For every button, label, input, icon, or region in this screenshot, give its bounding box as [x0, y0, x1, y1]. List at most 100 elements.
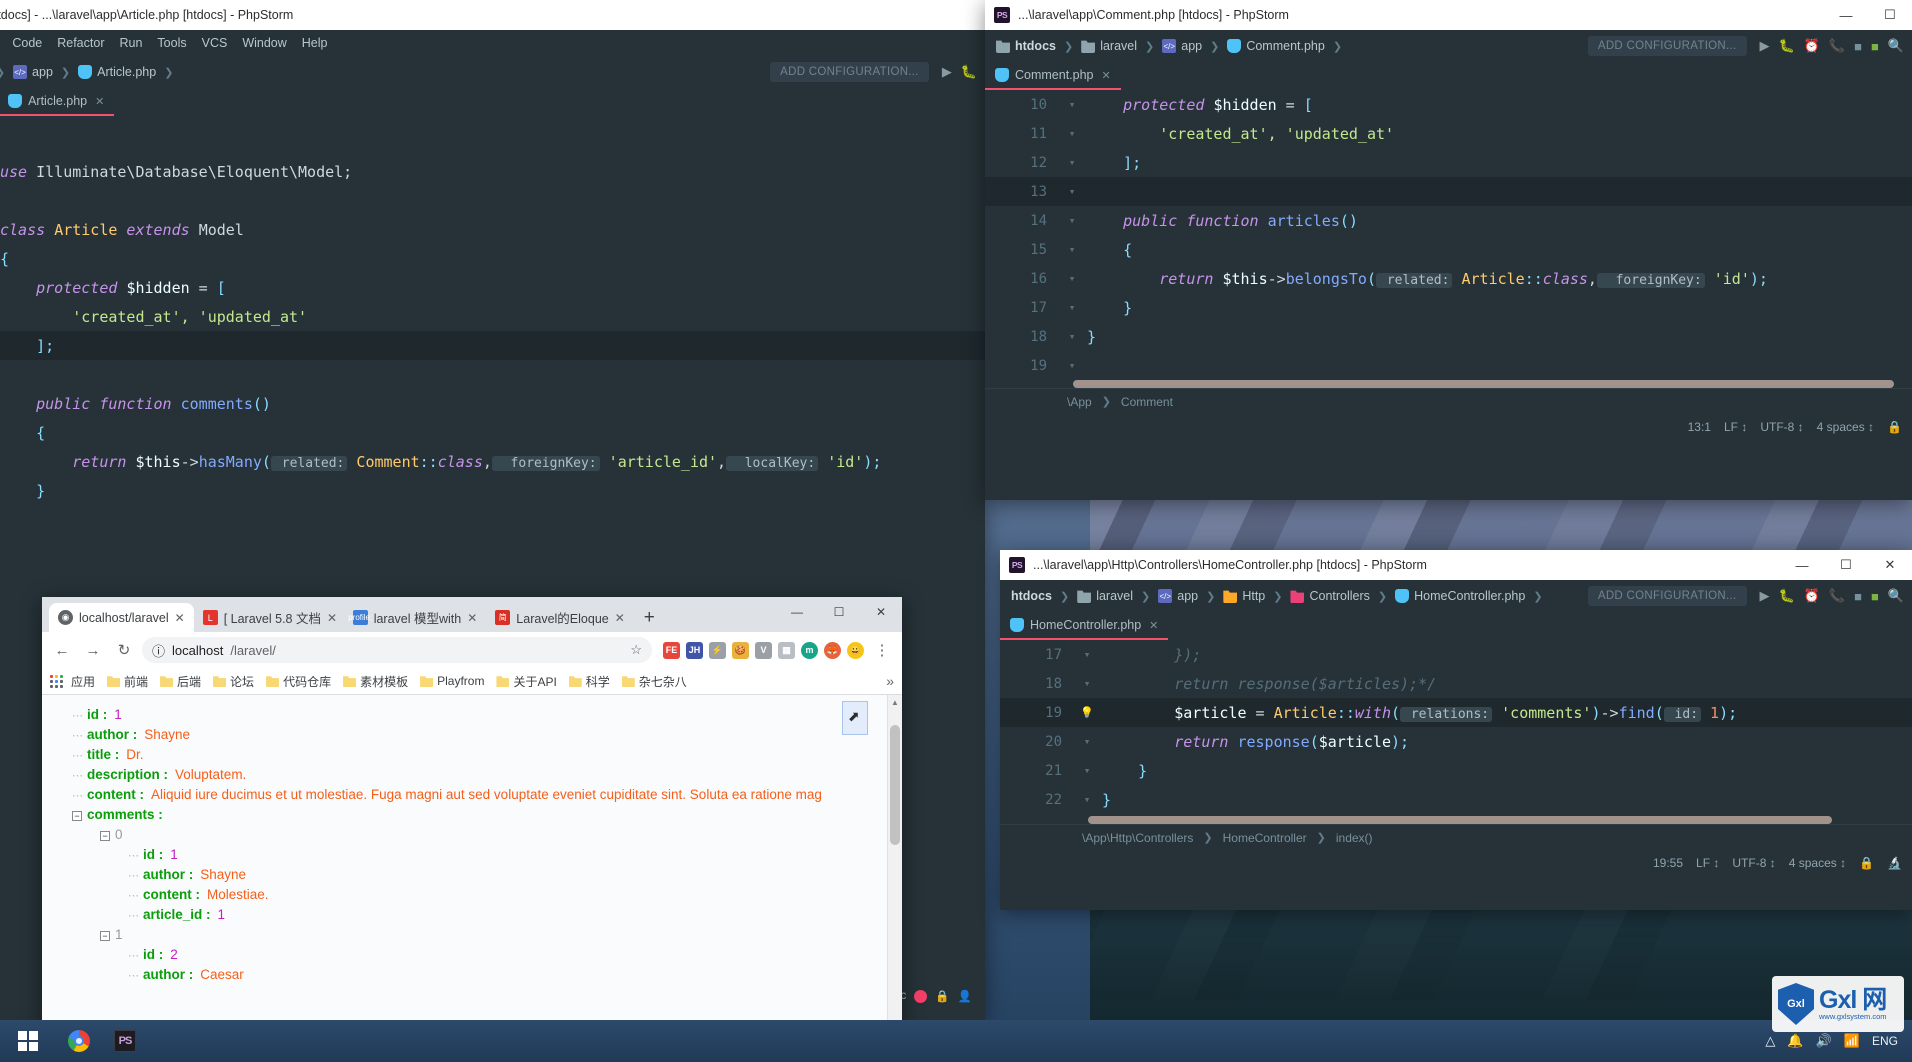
homecontroller-horizontal-scrollbar[interactable]: [1000, 816, 1912, 824]
extension-icon-cookie[interactable]: 🍪: [732, 642, 749, 659]
breadcrumb-app[interactable]: </> app: [1155, 587, 1201, 605]
article-navbar[interactable]: laravel ❯ </> app ❯ Article.php ❯ ADD CO…: [0, 56, 985, 88]
code-line[interactable]: 18 ▾ return response($articles);*/: [1000, 669, 1912, 698]
scrollbar-thumb[interactable]: [1088, 816, 1832, 824]
code-line[interactable]: 17 ▾ }: [985, 293, 1912, 322]
collapse-toggle[interactable]: −: [100, 931, 110, 941]
volume-icon[interactable]: 🔊: [1816, 1033, 1832, 1049]
notification-icon[interactable]: 🔔: [1787, 1033, 1803, 1049]
close-icon[interactable]: ✕: [467, 611, 477, 625]
back-button[interactable]: ←: [49, 637, 75, 663]
homecontroller-code-editor[interactable]: 17 ▾ }); 18 ▾ return response($articles);*/…: [1000, 640, 1912, 816]
comment-structure-path[interactable]: \App ❯ Comment: [985, 388, 1912, 414]
menu-item-vcs[interactable]: VCS: [202, 36, 228, 50]
chrome-window-controls[interactable]: — ☐ ✕: [776, 597, 902, 627]
code-line[interactable]: protected $hidden = [: [0, 273, 985, 302]
phpstorm-comment-window[interactable]: PS ...\laravel\app\Comment.php [htdocs] …: [985, 0, 1912, 500]
comment-statusbar[interactable]: 13:1 LF ↕ UTF-8 ↕ 4 spaces ↕ 🔒: [985, 414, 1912, 440]
gutter-marker-icon[interactable]: ▾: [1072, 648, 1102, 661]
homecontroller-statusbar[interactable]: 19:55 LF ↕ UTF-8 ↕ 4 spaces ↕ 🔒 🔬: [1000, 850, 1912, 876]
homecontroller-titlebar[interactable]: PS ...\laravel\app\Http\Controllers\Home…: [1000, 550, 1912, 580]
run-with-coverage-icon[interactable]: ⏰: [1804, 588, 1820, 604]
menu-item-help[interactable]: Help: [302, 36, 328, 50]
close-icon[interactable]: ✕: [175, 611, 185, 625]
json-row[interactable]: ⋯ id : 1: [62, 707, 902, 727]
menu-item-run[interactable]: Run: [119, 36, 142, 50]
breadcrumb-htdocs[interactable]: htdocs: [1008, 587, 1055, 605]
code-line[interactable]: use Illuminate\Database\Eloquent\Model;: [0, 157, 985, 186]
search-icon[interactable]: 🔍: [1888, 38, 1904, 54]
structure-crumb[interactable]: \App\Http\Controllers: [1082, 831, 1193, 845]
close-icon[interactable]: ✕: [615, 611, 625, 625]
bookmark-templates[interactable]: 素材模板: [339, 671, 412, 692]
chrome-tabstrip[interactable]: ◉ localhost/laravel ✕ L [ Laravel 5.8 文档…: [42, 597, 902, 632]
add-configuration-button[interactable]: ADD CONFIGURATION...: [1588, 36, 1747, 56]
search-icon[interactable]: 🔍: [1888, 588, 1904, 604]
json-row[interactable]: ⋯ content : Molestiae.: [62, 887, 902, 907]
comment-navbar[interactable]: htdocs ❯ laravel ❯ </> app ❯ Comment.php…: [985, 30, 1912, 62]
code-line[interactable]: 'created_at', 'updated_at': [0, 302, 985, 331]
bookmarks-bar[interactable]: 应用 前端 后端 论坛 代码仓库 素材模板 Playfrom 关于API 科学 …: [42, 668, 902, 695]
extension-icon-smiley[interactable]: 😀: [847, 642, 864, 659]
gutter-marker-icon[interactable]: ▾: [1057, 185, 1087, 198]
code-line[interactable]: 19 ▾: [985, 351, 1912, 380]
indent-setting[interactable]: 4 spaces ↕: [1817, 420, 1874, 434]
close-button[interactable]: ✕: [860, 597, 902, 627]
json-row[interactable]: − comments :: [62, 807, 902, 827]
gutter-marker-icon[interactable]: ▾: [1072, 764, 1102, 777]
bookmark-apps[interactable]: 应用: [67, 671, 99, 692]
structure-crumb[interactable]: index(): [1336, 831, 1373, 845]
bookmark-frontend[interactable]: 前端: [103, 671, 152, 692]
debug-bug-icon[interactable]: 🐛: [961, 64, 977, 80]
article-titlebar[interactable]: PS pp\htdocs] - ...\laravel\app\Article.…: [0, 0, 985, 30]
comment-editor-tabs[interactable]: Comment.php ✕: [985, 62, 1912, 90]
maximize-button[interactable]: ☐: [818, 597, 860, 627]
chrome-browser-window[interactable]: ◉ localhost/laravel ✕ L [ Laravel 5.8 文档…: [42, 597, 902, 1062]
browser-tab-1[interactable]: L [ Laravel 5.8 文档 ✕: [194, 603, 344, 632]
breadcrumb-laravel[interactable]: laravel: [1078, 37, 1140, 55]
chrome-menu-icon[interactable]: ⋮: [869, 637, 895, 663]
reload-button[interactable]: ↻: [111, 637, 137, 663]
json-response-viewer[interactable]: ⋯ id :1 ⋯ author : Shayne ⋯ title : Dr. ⋯ descrip…: [42, 695, 902, 1060]
menu-item-tools[interactable]: Tools: [157, 36, 186, 50]
homecontroller-structure-path[interactable]: \App\Http\Controllers ❯ HomeController ❯…: [1000, 824, 1912, 850]
code-line[interactable]: {: [0, 244, 985, 273]
extension-icon-v[interactable]: V: [755, 642, 772, 659]
comment-horizontal-scrollbar[interactable]: [985, 380, 1912, 388]
start-button[interactable]: [0, 1020, 56, 1062]
homecontroller-navbar[interactable]: htdocs ❯ laravel ❯ </> app ❯ Http ❯ Cont…: [1000, 580, 1912, 612]
code-line[interactable]: }: [0, 476, 985, 505]
address-bar[interactable]: ⓘ localhost/laravel/ ☆: [142, 637, 652, 663]
apps-grid-icon[interactable]: [50, 675, 63, 688]
extension-icon-fe[interactable]: FE: [663, 642, 680, 659]
menu-item-window[interactable]: Window: [242, 36, 286, 50]
extension-icon-fox[interactable]: 🦊: [824, 642, 841, 659]
gutter-marker-icon[interactable]: ▾: [1057, 272, 1087, 285]
code-line[interactable]: return $this->hasMany( related: Comment:…: [0, 447, 985, 476]
code-line[interactable]: 16 ▾ return $this->belongsTo( related: Ar…: [985, 264, 1912, 293]
minimize-button[interactable]: —: [776, 597, 818, 627]
code-line[interactable]: [0, 360, 985, 389]
json-row[interactable]: ⋯ title : Dr.: [62, 747, 902, 767]
forward-button[interactable]: →: [80, 637, 106, 663]
stop-icon[interactable]: ■: [1854, 39, 1862, 54]
comment-window-controls[interactable]: — ☐: [1824, 0, 1912, 30]
structure-crumb[interactable]: \App: [1067, 395, 1092, 409]
add-configuration-button[interactable]: ADD CONFIGURATION...: [770, 62, 929, 82]
extension-icon-bolt[interactable]: ⚡: [709, 642, 726, 659]
editor-tab-comment-php[interactable]: Comment.php ✕: [985, 62, 1121, 90]
editor-tab-article-php[interactable]: Article.php ✕: [0, 88, 114, 116]
gutter-marker-icon[interactable]: ▾: [1057, 98, 1087, 111]
json-row[interactable]: ⋯ content : Aliquid iure ducimus et ut mol…: [62, 787, 902, 807]
code-line[interactable]: [0, 186, 985, 215]
bookmark-misc[interactable]: 杂七杂八: [618, 671, 691, 692]
caret-position[interactable]: 13:1: [1688, 420, 1711, 434]
json-tree[interactable]: ⋯ id :1 ⋯ author : Shayne ⋯ title : Dr. ⋯ descrip…: [62, 707, 902, 987]
person-icon[interactable]: 👤: [958, 989, 972, 1003]
extension-icons[interactable]: FE JH ⚡ 🍪 V ▦ m 🦊 😀: [657, 642, 864, 659]
terminal-icon[interactable]: ■: [1871, 39, 1879, 54]
page-vertical-scrollbar[interactable]: ▲: [887, 695, 902, 1060]
code-line[interactable]: {: [0, 418, 985, 447]
gutter-marker-icon[interactable]: ▾: [1057, 330, 1087, 343]
extension-icon-m[interactable]: m: [801, 642, 818, 659]
